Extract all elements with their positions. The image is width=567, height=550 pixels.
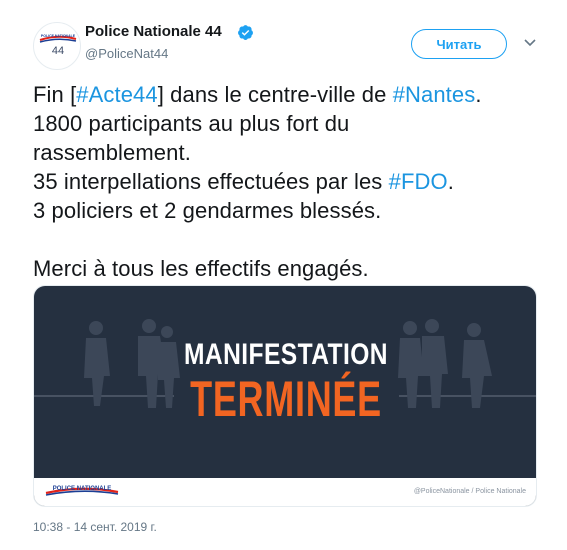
police-logo-icon: POLICE NATIONALE — [39, 34, 77, 43]
hashtag-link[interactable]: #Nantes — [393, 82, 476, 107]
hashtag-link[interactable]: #Acte44 — [76, 82, 157, 107]
tweet-text-segment: rassemblement. — [33, 140, 191, 165]
tweet-card: POLICE NATIONALE 44 Police Nationale 44 … — [0, 0, 567, 550]
media-credit: @PoliceNationale / Police Nationale — [413, 488, 526, 495]
tweet-text-line: 3 policiers et 2 gendarmes blessés. — [33, 196, 543, 225]
tweet-text-line: rassemblement. — [33, 138, 543, 167]
tweet-text-segment: . — [447, 169, 454, 194]
tweet-text-line: Merci à tous les effectifs engagés. — [33, 254, 543, 283]
tweet-text-segment: ] dans le centre-ville de — [157, 82, 393, 107]
tweet-text-segment: Merci à tous les effectifs engagés. — [33, 256, 369, 281]
tweet-text-segment: 3 policiers et 2 gendarmes blessés. — [33, 198, 382, 223]
tweet-text-segment: 35 interpellations effectuées par les — [33, 169, 389, 194]
tweet-text: Fin [#Acte44] dans le centre-ville de #N… — [33, 80, 543, 283]
verified-badge-icon — [238, 25, 253, 40]
media-subtitle: TERMINÉE — [190, 371, 382, 427]
tweet-text-line: 1800 participants au plus fort du — [33, 109, 543, 138]
avatar[interactable]: POLICE NATIONALE 44 — [33, 22, 81, 70]
follow-button[interactable]: Читать — [411, 29, 507, 59]
tweet-text-segment: Fin [ — [33, 82, 77, 107]
hashtag-link[interactable]: #FDO — [389, 169, 448, 194]
tweet-text-segment: 1800 participants au plus fort du — [33, 111, 350, 136]
tweet-timestamp[interactable]: 10:38 - 14 сент. 2019 г. — [33, 520, 157, 534]
media-title: MANIFESTATION — [184, 338, 388, 371]
avatar-number: 44 — [51, 45, 65, 57]
avatar-logo-text: POLICE NATIONALE — [41, 34, 76, 38]
tweet-text-line: 35 interpellations effectuées par les #F… — [33, 167, 543, 196]
tweet-text-segment: . — [475, 82, 482, 107]
tweet-text-line: Fin [#Acte44] dans le centre-ville de #N… — [33, 80, 543, 109]
user-handle[interactable]: @PoliceNat44 — [85, 46, 168, 61]
police-nationale-logo: POLICE NATIONALE — [45, 486, 119, 496]
media-footer: POLICE NATIONALE @PoliceNationale / Poli… — [34, 478, 536, 506]
chevron-down-icon[interactable] — [523, 38, 537, 48]
display-name[interactable]: Police Nationale 44 — [85, 23, 222, 40]
footer-logo-text: POLICE NATIONALE — [53, 486, 112, 492]
tweet-media-image[interactable]: MANIFESTATION TERMINÉE POLICE NATIONALE … — [33, 285, 537, 507]
